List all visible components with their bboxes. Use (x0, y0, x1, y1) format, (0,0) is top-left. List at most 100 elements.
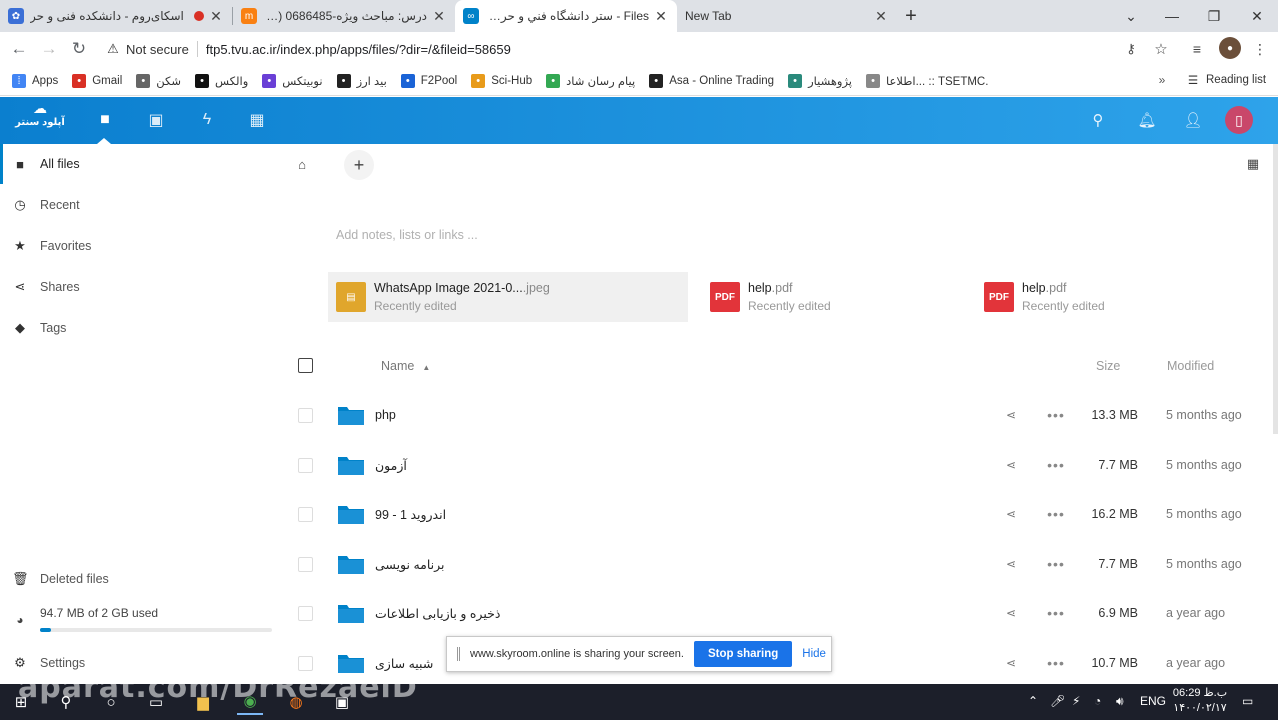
file-name[interactable]: اندروید 1 - 99 (375, 507, 446, 522)
table-row[interactable]: اندروید 1 - 99 ⋖ ••• 16.2 MB 5 months ago (278, 489, 1278, 539)
bookmark-item[interactable]: • پیام رسان شاد (546, 73, 635, 88)
search-icon[interactable]: ⚲ (1085, 107, 1111, 133)
close-tab-icon[interactable]: ✕ (431, 8, 447, 25)
file-name[interactable]: برنامه نویسی (375, 557, 445, 572)
activity-icon[interactable]: ϟ (194, 107, 220, 133)
share-icon[interactable]: ⋖ (1002, 456, 1020, 474)
calendar-icon[interactable]: ▦ (244, 107, 270, 133)
bookmark-item[interactable]: • بید ارز (336, 73, 387, 88)
row-checkbox[interactable] (298, 606, 313, 622)
more-actions-icon[interactable]: ••• (1046, 456, 1066, 474)
close-tab-icon[interactable]: ✕ (208, 8, 224, 25)
file-name[interactable]: آزمون (375, 458, 407, 473)
new-tab-button[interactable]: + (897, 0, 925, 32)
scrollbar[interactable] (1273, 144, 1278, 434)
files-icon[interactable]: ■ (92, 107, 118, 133)
bookmark-item[interactable]: ⁞ Apps (12, 73, 58, 88)
more-actions-icon[interactable]: ••• (1046, 406, 1066, 424)
tab-files[interactable]: ∞ Files - ستر دانشگاه فني و حرفه اى ✕ (455, 0, 677, 32)
table-row[interactable]: php ⋖ ••• 13.3 MB 5 months ago (278, 390, 1278, 440)
sidebar-item-all-files[interactable]: ■ All files (0, 144, 278, 184)
volume-icon[interactable]: 🔊︎ (1116, 694, 1124, 709)
bookmark-item[interactable]: • Asa - Online Trading (649, 73, 774, 88)
close-tab-icon[interactable]: ✕ (653, 8, 669, 25)
tab-new[interactable]: New Tab ✕ (677, 0, 897, 32)
bookmark-item[interactable]: • والکس (195, 73, 248, 88)
drag-handle[interactable] (457, 647, 460, 661)
notifications-icon[interactable]: 🔔︎ (1134, 107, 1160, 133)
share-icon[interactable]: ⋖ (1002, 555, 1020, 573)
tab-skyroom[interactable]: ✿ اسکای‌روم - دانشکده فنی و حر ✕ (0, 0, 232, 32)
reading-list-button[interactable]: ☰ Reading list (1186, 71, 1266, 89)
address-bar[interactable]: ⚠ Not secure ftp5.tvu.ac.ir/index.php/ap… (104, 35, 1154, 63)
photos-icon[interactable]: ▣ (143, 107, 169, 133)
bookmark-item[interactable]: • شکن (136, 73, 181, 88)
close-window-icon[interactable]: ✕ (1236, 0, 1278, 32)
row-checkbox[interactable] (298, 507, 313, 523)
bookmark-item[interactable]: • F2Pool (400, 73, 457, 88)
sidebar-item-tags[interactable]: ◆ Tags (0, 308, 278, 348)
stop-sharing-button[interactable]: Stop sharing (693, 641, 793, 667)
wifi-icon[interactable]: ◔ (1094, 694, 1101, 708)
reload-icon[interactable]: ↻ (64, 34, 94, 64)
bookmark-item[interactable]: • اطلاعا... :: TSETMC. (866, 73, 988, 88)
tab-moodle[interactable]: m درس: مباحث ویژه-0686485 (استاد ✕ (233, 0, 455, 32)
tray-chevron-icon[interactable]: ⌃ (1028, 694, 1038, 708)
profile-avatar[interactable]: ● (1219, 37, 1241, 59)
tab-search-icon[interactable]: ⌄ (1110, 0, 1152, 32)
notification-center-icon[interactable]: ▭ (1242, 694, 1253, 708)
table-row[interactable]: ذخیره و بازیابی اطلاعات ⋖ ••• 6.9 MB a year … (278, 588, 1278, 638)
share-icon[interactable]: ⋖ (1002, 604, 1020, 622)
recent-file-card[interactable]: ▤ WhatsApp Image 2021-0....jpeg Recently… (328, 272, 688, 322)
forward-icon[interactable]: → (34, 34, 64, 64)
share-icon[interactable]: ⋖ (1002, 505, 1020, 523)
contacts-icon[interactable]: 👤︎ (1180, 107, 1206, 133)
table-row[interactable]: آزمون ⋖ ••• 7.7 MB 5 months ago (278, 440, 1278, 490)
select-all-checkbox[interactable] (298, 358, 313, 373)
file-name[interactable]: شبیه سازی (375, 656, 433, 671)
column-header-name[interactable]: Name ▲ (381, 359, 430, 373)
rich-workspace-notes[interactable]: Add notes, lists or links ... (336, 228, 478, 242)
microphone-icon[interactable]: 🎤︎ (1050, 694, 1065, 708)
back-icon[interactable]: ← (4, 34, 34, 64)
bookmark-item[interactable]: • Gmail (72, 73, 122, 88)
battery-icon[interactable]: ⚡ (1072, 694, 1080, 708)
file-name[interactable]: php (375, 408, 396, 422)
more-actions-icon[interactable]: ••• (1046, 604, 1066, 622)
bookmark-star-icon[interactable]: ☆ (1152, 40, 1170, 58)
recent-file-card[interactable]: PDF help.pdf Recently edited (976, 272, 1216, 322)
share-icon[interactable]: ⋖ (1002, 654, 1020, 672)
recent-file-card[interactable]: PDF help.pdf Recently edited (702, 272, 942, 322)
bookmark-item[interactable]: • نوبیتکس (262, 73, 323, 88)
column-header-size[interactable]: Size (1096, 359, 1120, 373)
row-checkbox[interactable] (298, 656, 313, 671)
sidebar-item-favorites[interactable]: ★ Favorites (0, 226, 278, 266)
sidebar-item-shares[interactable]: ⋖ Shares (0, 267, 278, 307)
minimize-icon[interactable]: — (1151, 0, 1193, 32)
more-bookmarks-icon[interactable]: » (1155, 72, 1169, 88)
sidebar-item-recent[interactable]: ◷ Recent (0, 185, 278, 225)
hide-button[interactable]: Hide (802, 648, 826, 660)
input-language[interactable]: ENG (1140, 694, 1166, 708)
row-checkbox[interactable] (298, 556, 313, 572)
bookmark-item[interactable]: • Sci-Hub (471, 73, 532, 88)
row-checkbox[interactable] (298, 408, 313, 423)
share-icon[interactable]: ⋖ (1002, 406, 1020, 424)
bookmark-item[interactable]: • پژوهشیار (788, 73, 852, 88)
add-new-button[interactable]: + (344, 150, 374, 180)
row-checkbox[interactable] (298, 457, 313, 473)
logo[interactable]: ☁ آپلود سنتر (14, 100, 66, 140)
restore-icon[interactable]: ❐ (1193, 0, 1235, 32)
close-tab-icon[interactable]: ✕ (873, 8, 889, 25)
browser-menu-icon[interactable]: ⋮ (1252, 40, 1268, 58)
home-icon[interactable]: ⌂ (294, 156, 310, 172)
table-row[interactable]: برنامه نویسی ⋖ ••• 7.7 MB 5 months ago (278, 539, 1278, 589)
key-icon[interactable]: ⚷ (1122, 40, 1140, 58)
column-header-modified[interactable]: Modified (1167, 359, 1214, 373)
grid-view-icon[interactable]: ▦ (1245, 156, 1261, 172)
file-name[interactable]: ذخیره و بازیابی اطلاعات (375, 606, 500, 621)
user-avatar[interactable]: ▯ (1225, 106, 1253, 134)
media-list-icon[interactable]: ≡ (1188, 40, 1206, 58)
more-actions-icon[interactable]: ••• (1046, 555, 1066, 573)
more-actions-icon[interactable]: ••• (1046, 505, 1066, 523)
